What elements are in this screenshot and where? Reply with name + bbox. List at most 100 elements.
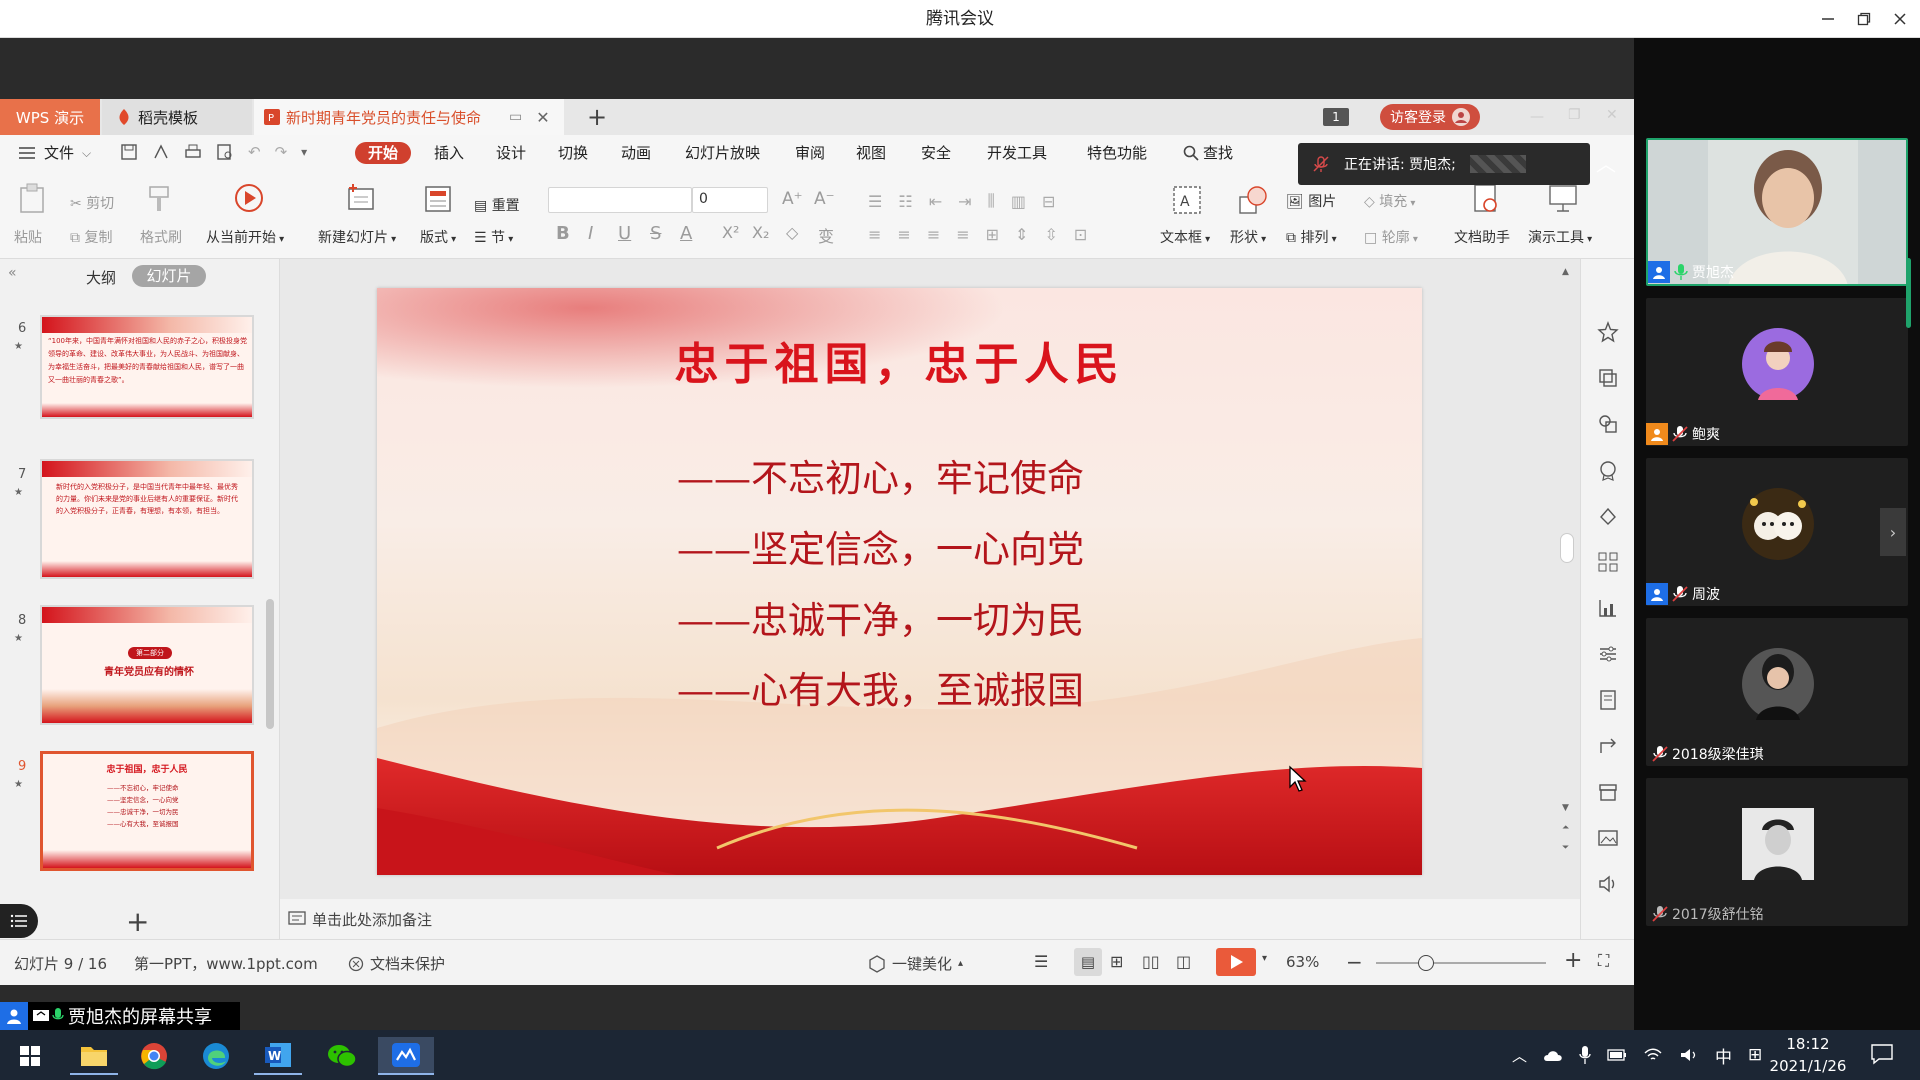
menu-review[interactable]: 审阅 (795, 135, 825, 171)
menu-insert[interactable]: 插入 (434, 135, 464, 171)
window-count-badge[interactable]: 1 (1323, 108, 1349, 126)
participant-tile[interactable]: 周波 (1646, 458, 1908, 606)
expand-gallery-icon[interactable]: › (1880, 508, 1906, 556)
tab-document[interactable]: P 新时期青年党员的责任与使命 ▭ ✕ (254, 99, 564, 135)
align-text-icon[interactable]: ⊟ (1042, 192, 1055, 211)
share-icon[interactable] (1597, 735, 1619, 757)
bold-icon[interactable]: B (556, 223, 570, 244)
prev-slide-icon[interactable]: ⏶ (1562, 823, 1569, 833)
play-from-current-icon[interactable] (234, 183, 264, 213)
print-icon[interactable] (184, 143, 202, 161)
next-slide-icon[interactable]: ⏷ (1562, 843, 1569, 853)
outline-button[interactable]: □ 轮廓 ▾ (1364, 227, 1418, 247)
phonetic-icon[interactable]: 变 (818, 223, 834, 247)
gallery-scrollbar[interactable] (1906, 258, 1911, 328)
menu-slideshow[interactable]: 幻灯片放映 (685, 135, 760, 171)
notification-center-button[interactable] (1870, 1042, 1894, 1066)
volume-icon[interactable] (1679, 1047, 1699, 1063)
sliders-icon[interactable] (1597, 643, 1619, 665)
tencent-meeting-button[interactable] (378, 1037, 434, 1075)
collapse-panel-icon[interactable]: « (8, 265, 17, 281)
superscript-icon[interactable]: X² (722, 223, 739, 242)
notes-toggle-icon[interactable]: ☰ (1034, 952, 1048, 971)
participant-tile[interactable]: 鲍爽 (1646, 298, 1908, 446)
chart-icon[interactable] (1597, 597, 1619, 619)
tab-wps-app[interactable]: WPS 演示 (0, 99, 100, 135)
tab-slides[interactable]: 幻灯片 (132, 265, 206, 287)
shapes-icon[interactable] (1597, 413, 1619, 435)
textbox-icon[interactable]: A (1172, 185, 1202, 215)
new-slide-icon[interactable] (346, 183, 376, 213)
canvas-scrollbar[interactable]: ▲ ▼ ⏶ ⏷ (1560, 267, 1574, 867)
beautify-button[interactable]: 一键美化 ▴ (868, 953, 963, 974)
wps-restore-icon[interactable]: ❐ (1568, 107, 1581, 123)
normal-view-icon[interactable]: ▤ (1074, 948, 1102, 976)
show-hidden-icons[interactable]: ︿ (1512, 1045, 1527, 1066)
wechat-button[interactable] (318, 1037, 366, 1075)
zoom-level[interactable]: 63% (1286, 953, 1319, 971)
text-direction-icon[interactable]: ⫼ (988, 191, 995, 211)
strikethrough-icon[interactable]: S (650, 223, 661, 244)
document-icon[interactable] (1597, 689, 1619, 711)
copy-slide-icon[interactable] (1597, 367, 1619, 389)
menu-start[interactable]: 开始 (355, 142, 411, 164)
bullet-list-icon[interactable]: ☰ (868, 192, 882, 211)
zoom-out-icon[interactable]: − (1346, 950, 1363, 974)
fill-bucket-icon[interactable] (1597, 505, 1619, 527)
from-current-button[interactable]: 从当前开始 ▾ (206, 227, 284, 247)
menu-transition[interactable]: 切换 (558, 135, 588, 171)
present-tools-icon[interactable] (1548, 183, 1578, 213)
sorter-view-icon[interactable]: ⊞ (1110, 952, 1123, 971)
paste-label[interactable]: 粘贴 (14, 227, 42, 247)
paste-icon[interactable] (18, 183, 46, 213)
participant-tile[interactable]: 2018级梁佳琪 (1646, 618, 1908, 766)
output-icon[interactable] (152, 143, 170, 161)
font-color-icon[interactable]: A (680, 223, 692, 244)
notes-bar[interactable]: 单击此处添加备注 (280, 899, 1580, 939)
wps-close-icon[interactable]: ✕ (1606, 107, 1618, 123)
scroll-thumb[interactable] (1560, 533, 1574, 563)
decrease-indent-icon[interactable]: ⇤ (929, 192, 942, 211)
chrome-button[interactable] (130, 1037, 178, 1075)
doc-helper-label[interactable]: 文档助手 (1454, 227, 1510, 247)
speaker-icon[interactable] (1597, 873, 1619, 895)
copy-button[interactable]: ⧉ 复制 (70, 227, 112, 247)
wps-minimize-icon[interactable]: — (1530, 109, 1544, 125)
undo-icon[interactable]: ↶ (248, 143, 261, 161)
file-menu[interactable]: 文件 ⌵ (18, 135, 91, 171)
align-center-icon[interactable]: ≡ (897, 225, 910, 244)
minimize-button[interactable] (1810, 0, 1846, 38)
save-icon[interactable] (120, 143, 138, 161)
new-tab-button[interactable]: + (582, 99, 612, 135)
slide-thumbnail-7[interactable]: 新时代的入党积极分子，是中国当代青年中最年轻、最优秀的力量。你们未来是党的事业后… (40, 459, 254, 579)
subscript-icon[interactable]: X₂ (752, 223, 769, 242)
window-icon[interactable]: ▭ (509, 109, 522, 125)
zoom-slider-track[interactable] (1376, 962, 1546, 964)
collapse-banner-icon[interactable]: ︿ (1596, 148, 1616, 177)
word-button[interactable]: W (254, 1037, 302, 1075)
zoom-slider-thumb[interactable] (1418, 955, 1434, 971)
doc-helper-icon[interactable] (1472, 183, 1500, 215)
paragraph-spacing-icon[interactable]: ⇳ (1044, 225, 1057, 244)
restore-button[interactable] (1846, 0, 1882, 38)
scroll-up-icon[interactable]: ▲ (1562, 267, 1569, 277)
participant-tile[interactable]: 贾旭杰 (1646, 138, 1908, 286)
search-button[interactable]: 查找 (1183, 135, 1233, 171)
present-tools-button[interactable]: 演示工具 ▾ (1528, 227, 1592, 247)
slide-thumbnail-6[interactable]: “100年来，中国青年满怀对祖国和人民的赤子之心，积极投身党领导的革命、建设、改… (40, 315, 254, 419)
onedrive-icon[interactable] (1543, 1048, 1563, 1062)
clock[interactable]: 18:12 2021/1/26 (1760, 1033, 1856, 1077)
smartart-icon[interactable]: ⊡ (1074, 225, 1087, 244)
badge-icon[interactable] (1597, 459, 1619, 481)
shape-icon[interactable] (1238, 185, 1268, 215)
protection-status[interactable]: 文档未保护 (348, 953, 445, 974)
grid-icon[interactable] (1597, 551, 1619, 573)
picture-button[interactable]: 🖼 图片 (1286, 191, 1336, 211)
visitor-login-button[interactable]: 访客登录 (1380, 104, 1480, 130)
italic-icon[interactable]: I (588, 223, 593, 244)
redo-icon[interactable]: ↷ (275, 143, 288, 161)
align-left-icon[interactable]: ≡ (868, 225, 881, 244)
cut-button[interactable]: ✂ 剪切 (70, 193, 114, 213)
menu-view[interactable]: 视图 (856, 135, 886, 171)
layout-icon[interactable] (424, 185, 452, 213)
